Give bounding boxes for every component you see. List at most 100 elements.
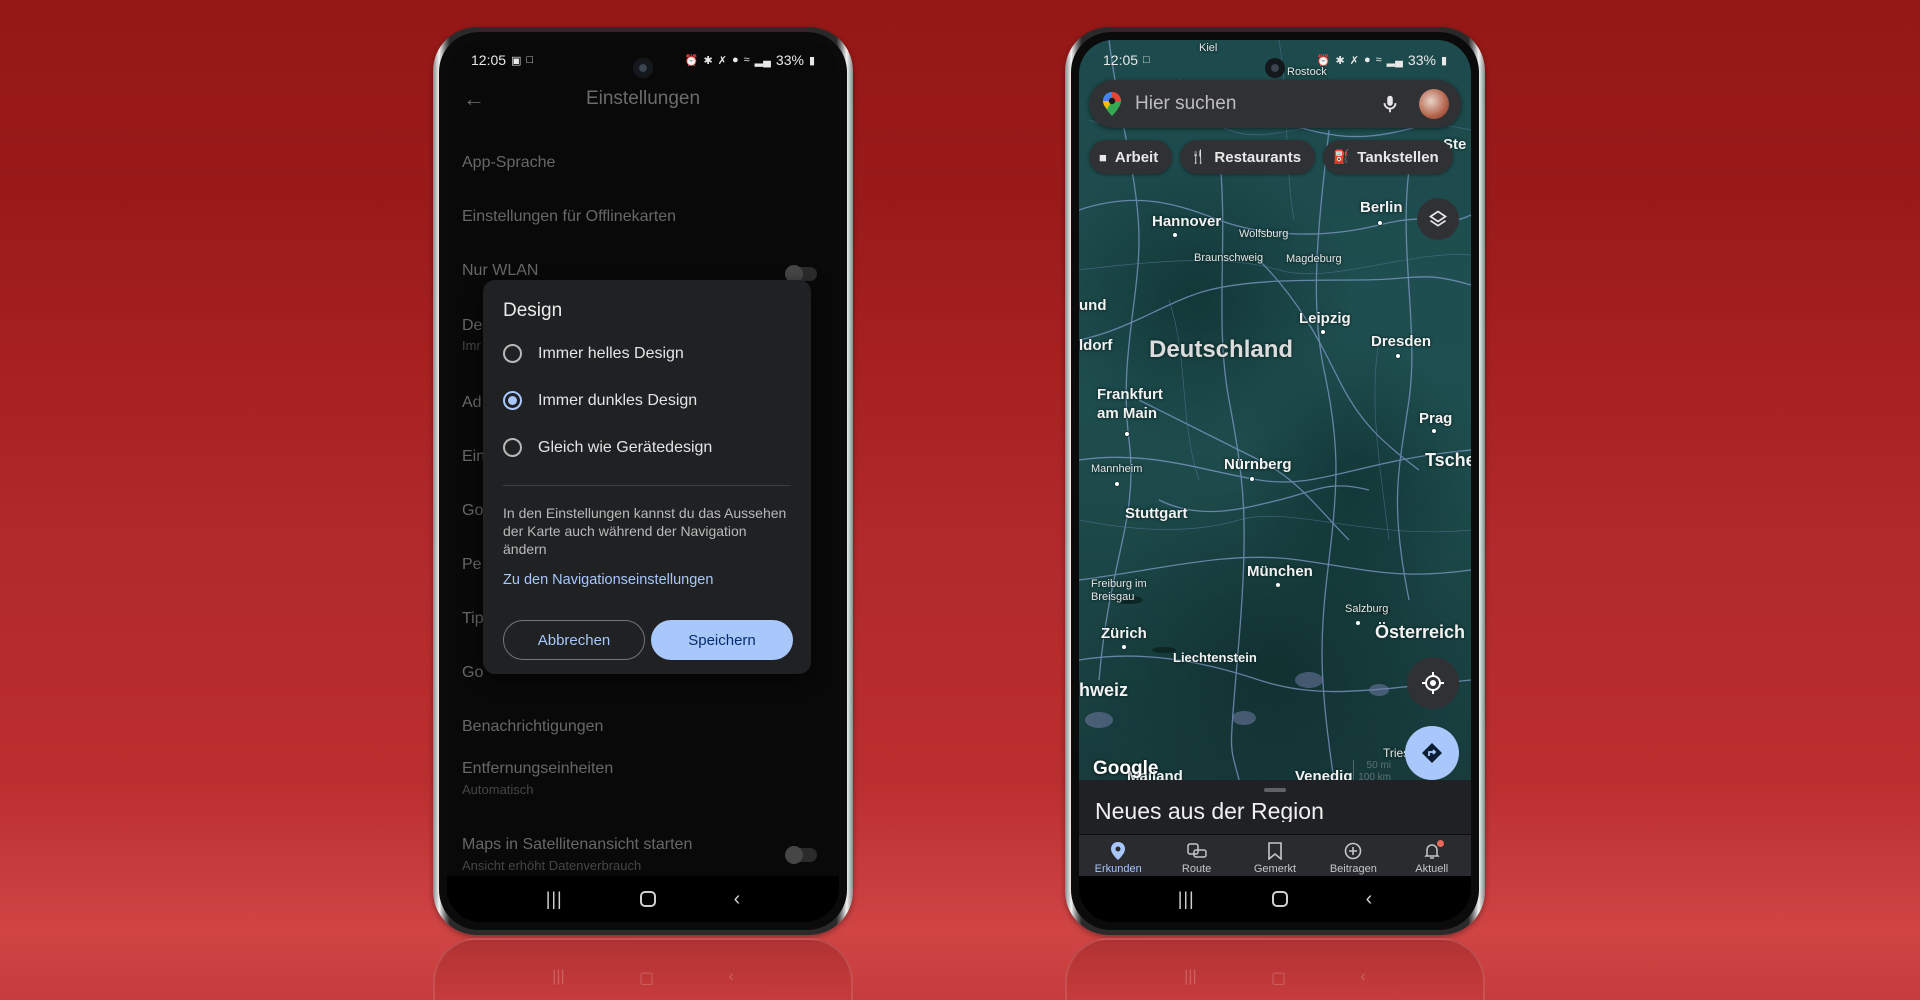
map-label-magdeburg[interactable]: Magdeburg <box>1286 253 1342 265</box>
signal-icon: ▂▄ <box>1386 54 1403 67</box>
city-dot <box>1355 620 1361 626</box>
briefcase-icon: ■ <box>1099 149 1107 165</box>
save-button[interactable]: Speichern <box>651 620 793 660</box>
nav-label: Aktuell <box>1415 863 1449 875</box>
mute-icon: ✗ <box>717 54 727 67</box>
map-label-hannover[interactable]: Hannover <box>1152 213 1221 230</box>
dialog-divider <box>503 485 791 486</box>
nav-explore[interactable]: Erkunden <box>1083 841 1153 875</box>
laptop-icon: □ <box>1143 54 1150 66</box>
map-label-stuttgart[interactable]: Stuttgart <box>1125 505 1188 522</box>
microphone-icon[interactable] <box>1379 93 1401 115</box>
home-icon[interactable] <box>1272 891 1289 907</box>
sheet-drag-handle[interactable] <box>1264 788 1286 792</box>
crosshair-location-icon <box>1422 672 1444 694</box>
map-label-frankfurt[interactable]: Frankfurt am Main <box>1097 385 1163 423</box>
search-input[interactable]: Hier suchen <box>1135 93 1379 115</box>
map-label-schweiz[interactable]: hweiz <box>1079 680 1128 701</box>
map-label-braunschweig[interactable]: Braunschweig <box>1194 252 1263 264</box>
bluetooth-icon: ✱ <box>703 54 713 67</box>
nav-saved[interactable]: Gemerkt <box>1240 841 1310 875</box>
nav-contribute[interactable]: Beitragen <box>1318 841 1388 875</box>
notification-badge <box>1436 840 1444 847</box>
bottom-sheet[interactable]: Neues aus der Region <box>1079 780 1471 834</box>
option-dark-design[interactable]: Immer dunkles Design <box>503 391 697 410</box>
nav-route[interactable]: Route <box>1162 841 1232 875</box>
option-device-design[interactable]: Gleich wie Gerätedesign <box>503 438 712 457</box>
map-label-salzburg[interactable]: Salzburg <box>1345 603 1388 615</box>
battery-percent: 33% <box>1407 52 1436 68</box>
radio-device[interactable] <box>503 438 522 457</box>
phone-reflection: ||| ▢ ‹ <box>1065 938 1485 1000</box>
home-icon[interactable] <box>640 891 657 907</box>
dialog-title: Design <box>503 300 563 321</box>
recents-icon[interactable]: ||| <box>546 889 563 910</box>
location-icon: ● <box>1363 54 1371 66</box>
phone-maps: Kiel Rostock Ste Hannover Wolfsburg Brau… <box>1065 27 1485 935</box>
add-circle-icon <box>1344 841 1362 861</box>
back-icon[interactable]: ‹ <box>734 888 741 911</box>
map-label-leipzig[interactable]: Leipzig <box>1299 310 1351 327</box>
status-time: 12:05 <box>1103 52 1139 68</box>
city-dot <box>1121 644 1127 650</box>
status-time: 12:05 <box>471 52 507 68</box>
map-label-und[interactable]: und <box>1079 297 1107 314</box>
map-label-freiburg[interactable]: Freiburg im Breisgau <box>1091 578 1147 604</box>
search-bar[interactable]: Hier suchen <box>1089 80 1461 128</box>
map-label-berlin[interactable]: Berlin <box>1360 199 1403 216</box>
radio-light[interactable] <box>503 344 522 363</box>
city-dot <box>1377 220 1383 226</box>
map-label-dorf[interactable]: ldorf <box>1079 337 1112 354</box>
layers-button[interactable] <box>1417 198 1459 240</box>
settings-screen: 12:05 ▣ □ ⏰ ✱ ✗ ● ≈ ▂▄ 33% ▮ ← Einstellu… <box>447 40 839 922</box>
chip-label: Tankstellen <box>1357 148 1439 166</box>
directions-icon <box>1422 743 1442 763</box>
city-dot <box>1172 232 1178 238</box>
gallery-icon: ▣ <box>511 54 522 67</box>
city-dot <box>1275 582 1281 588</box>
system-nav-bar: ||| ‹ <box>447 876 839 922</box>
dialog-info-text: In den Einstellungen kannst du das Ausse… <box>503 505 787 557</box>
map-label-prag[interactable]: Prag <box>1419 410 1452 427</box>
battery-icon: ▮ <box>808 54 815 67</box>
map-label-nuernberg[interactable]: Nürnberg <box>1224 456 1292 473</box>
map-label-deutschland[interactable]: Deutschland <box>1149 336 1293 364</box>
nav-label: Beitragen <box>1329 863 1377 875</box>
map-label-dresden[interactable]: Dresden <box>1371 333 1431 350</box>
bookmark-icon <box>1268 841 1282 861</box>
recents-icon[interactable]: ||| <box>1178 889 1195 910</box>
category-chips: ■ Arbeit 🍴 Restaurants ⛽ Tankstellen <box>1089 140 1453 174</box>
nav-updates[interactable]: Aktuell <box>1397 840 1467 875</box>
google-maps-pin-icon <box>1103 92 1121 116</box>
phone-reflection: ||| ▢ ‹ <box>433 938 853 1000</box>
radio-dark-selected[interactable] <box>503 391 522 410</box>
map-label-zuerich[interactable]: Zürich <box>1101 625 1147 642</box>
back-icon[interactable]: ‹ <box>1366 888 1373 911</box>
my-location-button[interactable] <box>1407 657 1459 709</box>
chip-work[interactable]: ■ Arbeit <box>1089 140 1173 174</box>
signal-icon: ▂▄ <box>754 54 771 67</box>
map-label-wolfsburg[interactable]: Wolfsburg <box>1239 228 1288 240</box>
map-label-liechtenstein[interactable]: Liechtenstein <box>1173 650 1257 665</box>
mute-icon: ✗ <box>1349 54 1359 67</box>
navigation-settings-link[interactable]: Zu den Navigationseinstellungen <box>503 572 713 588</box>
city-dot <box>1320 329 1326 335</box>
laptop-icon: □ <box>526 54 534 66</box>
city-dot <box>1395 353 1401 359</box>
sheet-title: Neues aus der Region <box>1095 798 1324 822</box>
explore-pin-icon <box>1111 841 1126 861</box>
chip-label: Arbeit <box>1114 148 1159 166</box>
chip-gas-stations[interactable]: ⛽ Tankstellen <box>1323 140 1453 174</box>
location-icon: ● <box>731 54 739 66</box>
city-dot <box>1124 431 1130 437</box>
cancel-button[interactable]: Abbrechen <box>503 620 645 660</box>
account-avatar[interactable] <box>1419 89 1449 119</box>
chip-restaurants[interactable]: 🍴 Restaurants <box>1180 140 1316 174</box>
front-camera <box>1265 58 1285 78</box>
map-label-muenchen[interactable]: München <box>1247 563 1313 580</box>
option-light-design[interactable]: Immer helles Design <box>503 344 684 363</box>
map-label-tsche[interactable]: Tsche <box>1425 450 1471 471</box>
directions-button[interactable] <box>1405 726 1459 780</box>
map-label-mannheim[interactable]: Mannheim <box>1091 463 1142 475</box>
map-label-oesterreich[interactable]: Österreich <box>1375 622 1465 643</box>
